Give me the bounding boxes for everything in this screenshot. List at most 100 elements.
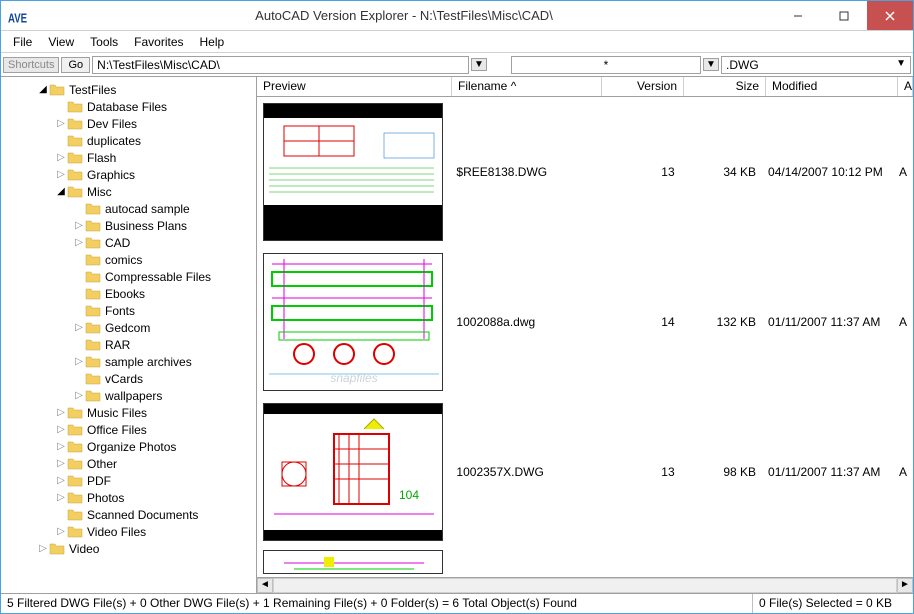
file-row[interactable]	[257, 547, 913, 577]
expand-arrow-icon[interactable]: ▷	[55, 475, 67, 486]
expand-arrow-icon[interactable]: ▷	[55, 492, 67, 503]
tree-item[interactable]: ▷Gedcom	[1, 319, 256, 336]
folder-icon	[67, 508, 83, 522]
expand-arrow-icon[interactable]: ▷	[73, 237, 85, 248]
col-filename[interactable]: Filename ^	[452, 77, 602, 96]
scroll-right-arrow[interactable]: ►	[897, 578, 913, 593]
expand-arrow-icon[interactable]: ◢	[37, 84, 49, 95]
menu-favorites[interactable]: Favorites	[126, 33, 191, 51]
folder-icon	[85, 287, 101, 301]
tree-item[interactable]: Database Files	[1, 98, 256, 115]
file-row[interactable]: 1041002357X.DWG1398 KB01/11/2007 11:37 A…	[257, 397, 913, 547]
tree-item[interactable]: ◢Misc	[1, 183, 256, 200]
tree-item[interactable]: Ebooks	[1, 285, 256, 302]
preview-cell	[257, 99, 450, 245]
expand-arrow-icon[interactable]: ▷	[55, 118, 67, 129]
filter-dropdown-arrow[interactable]: ▼	[703, 58, 719, 71]
folder-icon	[67, 525, 83, 539]
tree-item[interactable]: ▷Video	[1, 540, 256, 557]
menu-file[interactable]: File	[5, 33, 40, 51]
svg-text:snapfiles: snapfiles	[330, 371, 377, 385]
go-button[interactable]: Go	[61, 57, 90, 73]
tree-label: autocad sample	[103, 202, 190, 216]
col-version[interactable]: Version	[602, 77, 684, 96]
tree-label: Organize Photos	[85, 440, 176, 454]
expand-arrow-icon[interactable]: ▷	[55, 152, 67, 163]
expand-arrow-icon[interactable]: ▷	[55, 458, 67, 469]
cell-size: 98 KB	[681, 463, 762, 481]
filter-input[interactable]	[511, 56, 701, 74]
expand-arrow-icon[interactable]: ▷	[55, 441, 67, 452]
path-input[interactable]	[92, 56, 469, 74]
scroll-track[interactable]	[273, 578, 897, 593]
expand-arrow-icon[interactable]: ◢	[55, 186, 67, 197]
cell-size: 34 KB	[681, 163, 762, 181]
preview-thumbnail	[263, 550, 443, 574]
tree-item[interactable]: ▷ wallpapers	[1, 387, 256, 404]
list-body[interactable]: $REE8138.DWG1334 KB04/14/2007 10:12 PMAs…	[257, 97, 913, 577]
tree-item[interactable]: ▷PDF	[1, 472, 256, 489]
expand-arrow-icon[interactable]: ▷	[55, 424, 67, 435]
tree-item[interactable]: ▷Business Plans	[1, 217, 256, 234]
col-attributes[interactable]: Attribut	[898, 77, 913, 96]
tree-item[interactable]: ▷sample archives	[1, 353, 256, 370]
col-preview[interactable]: Preview	[257, 77, 452, 96]
folder-icon	[67, 100, 83, 114]
close-button[interactable]	[867, 1, 913, 30]
path-dropdown-arrow[interactable]: ▼	[471, 58, 487, 71]
tree-item[interactable]: ▷Video Files	[1, 523, 256, 540]
folder-icon	[85, 372, 101, 386]
expand-arrow-icon[interactable]: ▷	[55, 169, 67, 180]
tree-item[interactable]: ▷Graphics	[1, 166, 256, 183]
tree-item[interactable]: comics	[1, 251, 256, 268]
expand-arrow-icon[interactable]: ▷	[73, 220, 85, 231]
col-size[interactable]: Size	[684, 77, 766, 96]
menu-view[interactable]: View	[40, 33, 82, 51]
preview-thumbnail: snapfiles	[263, 253, 443, 391]
expand-arrow-icon[interactable]: ▷	[37, 543, 49, 554]
folder-icon	[85, 304, 101, 318]
expand-arrow-icon[interactable]: ▷	[73, 390, 85, 401]
tree-item[interactable]: ▷ Organize Photos	[1, 438, 256, 455]
folder-icon	[67, 168, 83, 182]
tree-item[interactable]: Fonts	[1, 302, 256, 319]
tree-item[interactable]: ▷Other	[1, 455, 256, 472]
tree-item[interactable]: ▷Music Files	[1, 404, 256, 421]
expand-arrow-icon[interactable]: ▷	[55, 407, 67, 418]
scroll-left-arrow[interactable]: ◄	[257, 578, 273, 593]
tree-item[interactable]: ◢TestFiles	[1, 81, 256, 98]
tree-item[interactable]: vCards	[1, 370, 256, 387]
tree-item[interactable]: duplicates	[1, 132, 256, 149]
expand-arrow-icon[interactable]: ▷	[73, 356, 85, 367]
file-row[interactable]: snapfiles1002088a.dwg14132 KB01/11/2007 …	[257, 247, 913, 397]
tree-item[interactable]: Compressable Files	[1, 268, 256, 285]
expand-arrow-icon[interactable]: ▷	[55, 526, 67, 537]
horizontal-scrollbar[interactable]: ◄ ►	[257, 577, 913, 593]
tree-item[interactable]: autocad sample	[1, 200, 256, 217]
cell-attributes: A	[893, 163, 913, 181]
tree-item[interactable]: ▷Photos	[1, 489, 256, 506]
minimize-button[interactable]	[775, 1, 821, 30]
file-row[interactable]: $REE8138.DWG1334 KB04/14/2007 10:12 PMA	[257, 97, 913, 247]
folder-icon	[67, 474, 83, 488]
extension-dropdown[interactable]: .DWG ▼	[721, 56, 911, 74]
tree-item[interactable]: RAR	[1, 336, 256, 353]
tree-item[interactable]: ▷Office Files	[1, 421, 256, 438]
tree-item[interactable]: ▷Dev Files	[1, 115, 256, 132]
maximize-button[interactable]	[821, 1, 867, 30]
tree-label: wallpapers	[103, 389, 162, 403]
tree-item[interactable]: ▷CAD	[1, 234, 256, 251]
titlebar[interactable]: AVE AutoCAD Version Explorer - N:\TestFi…	[1, 1, 913, 31]
tree-item[interactable]: Scanned Documents	[1, 506, 256, 523]
folder-tree[interactable]: ◢TestFilesDatabase Files▷Dev Filesduplic…	[1, 77, 257, 593]
tree-item[interactable]: ▷Flash	[1, 149, 256, 166]
expand-arrow-icon[interactable]: ▷	[73, 322, 85, 333]
col-modified[interactable]: Modified	[766, 77, 898, 96]
folder-icon	[67, 185, 83, 199]
cell-modified: 04/14/2007 10:12 PM	[762, 163, 893, 181]
shortcuts-button[interactable]: Shortcuts	[3, 57, 59, 73]
menu-help[interactable]: Help	[192, 33, 233, 51]
menubar: File View Tools Favorites Help	[1, 31, 913, 53]
menu-tools[interactable]: Tools	[82, 33, 126, 51]
folder-icon	[85, 355, 101, 369]
